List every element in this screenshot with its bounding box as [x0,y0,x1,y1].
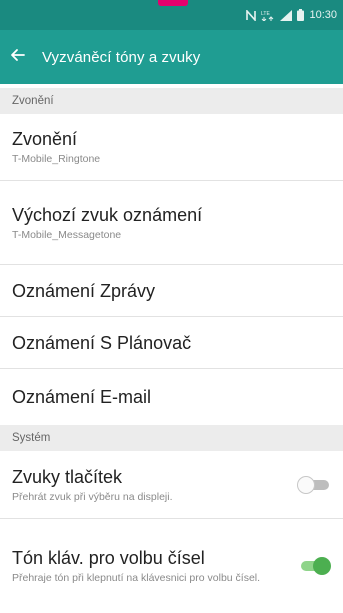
list-item-touch-sounds[interactable]: Zvuky tlačítek Přehrát zvuk při výběru n… [0,451,343,519]
back-button[interactable] [10,37,42,77]
touch-sounds-toggle[interactable] [297,475,331,494]
app-bar: Vyzváněcí tóny a zvuky [0,30,343,84]
list-item-title: Výchozí zvuk oznámení [12,204,203,225]
list-item-title: Oznámení Zprávy [12,280,156,301]
page-title: Vyzváněcí tóny a zvuky [42,48,201,66]
dialing-keypad-tone-toggle[interactable] [297,557,331,575]
top-marker [158,0,188,6]
signal-icon [280,9,293,21]
arrow-left-icon [10,47,26,68]
list-item-title: Zvonění [12,129,78,149]
list-item-subtitle: Přehraje tón při klepnutí na klávesnici … [12,572,261,584]
list-item-messages-notification[interactable]: Oznámení Zprávy [0,265,343,317]
svg-text:LTE: LTE [261,11,270,17]
list-item-s-planner-notification[interactable]: Oznámení S Plánovač [0,317,343,369]
list-item-title: Oznámení S Plánovač [12,332,192,353]
nfc-icon [246,9,257,21]
list-item-ringtone[interactable]: Zvonění T-Mobile_Ringtone [0,114,343,181]
toggle-knob [313,557,331,575]
clock: 10:30 [309,9,337,21]
battery-icon [297,9,305,21]
list-item-title: Oznámení E-mail [12,387,152,407]
list-item-email-notification[interactable]: Oznámení E-mail [0,369,343,425]
list-item-subtitle: T-Mobile_Messagetone [12,228,122,241]
list-item-default-notification[interactable]: Výchozí zvuk oznámení T-Mobile_Messageto… [0,181,343,265]
toggle-knob [297,475,315,494]
list-item-subtitle: Přehrát zvuk při výběru na displeji. [12,490,173,503]
list-item-dialing-keypad-tone[interactable]: Tón kláv. pro volbu čísel Přehraje tón p… [0,519,343,613]
lte-icon: LTE [261,10,275,21]
section-header-ringing: Zvonění [0,88,343,114]
list-item-title: Zvuky tlačítek [12,466,123,487]
section-header-system: Systém [0,425,343,451]
list-item-subtitle: T-Mobile_Ringtone [12,153,101,165]
list-item-title: Tón kláv. pro volbu čísel [12,548,205,568]
